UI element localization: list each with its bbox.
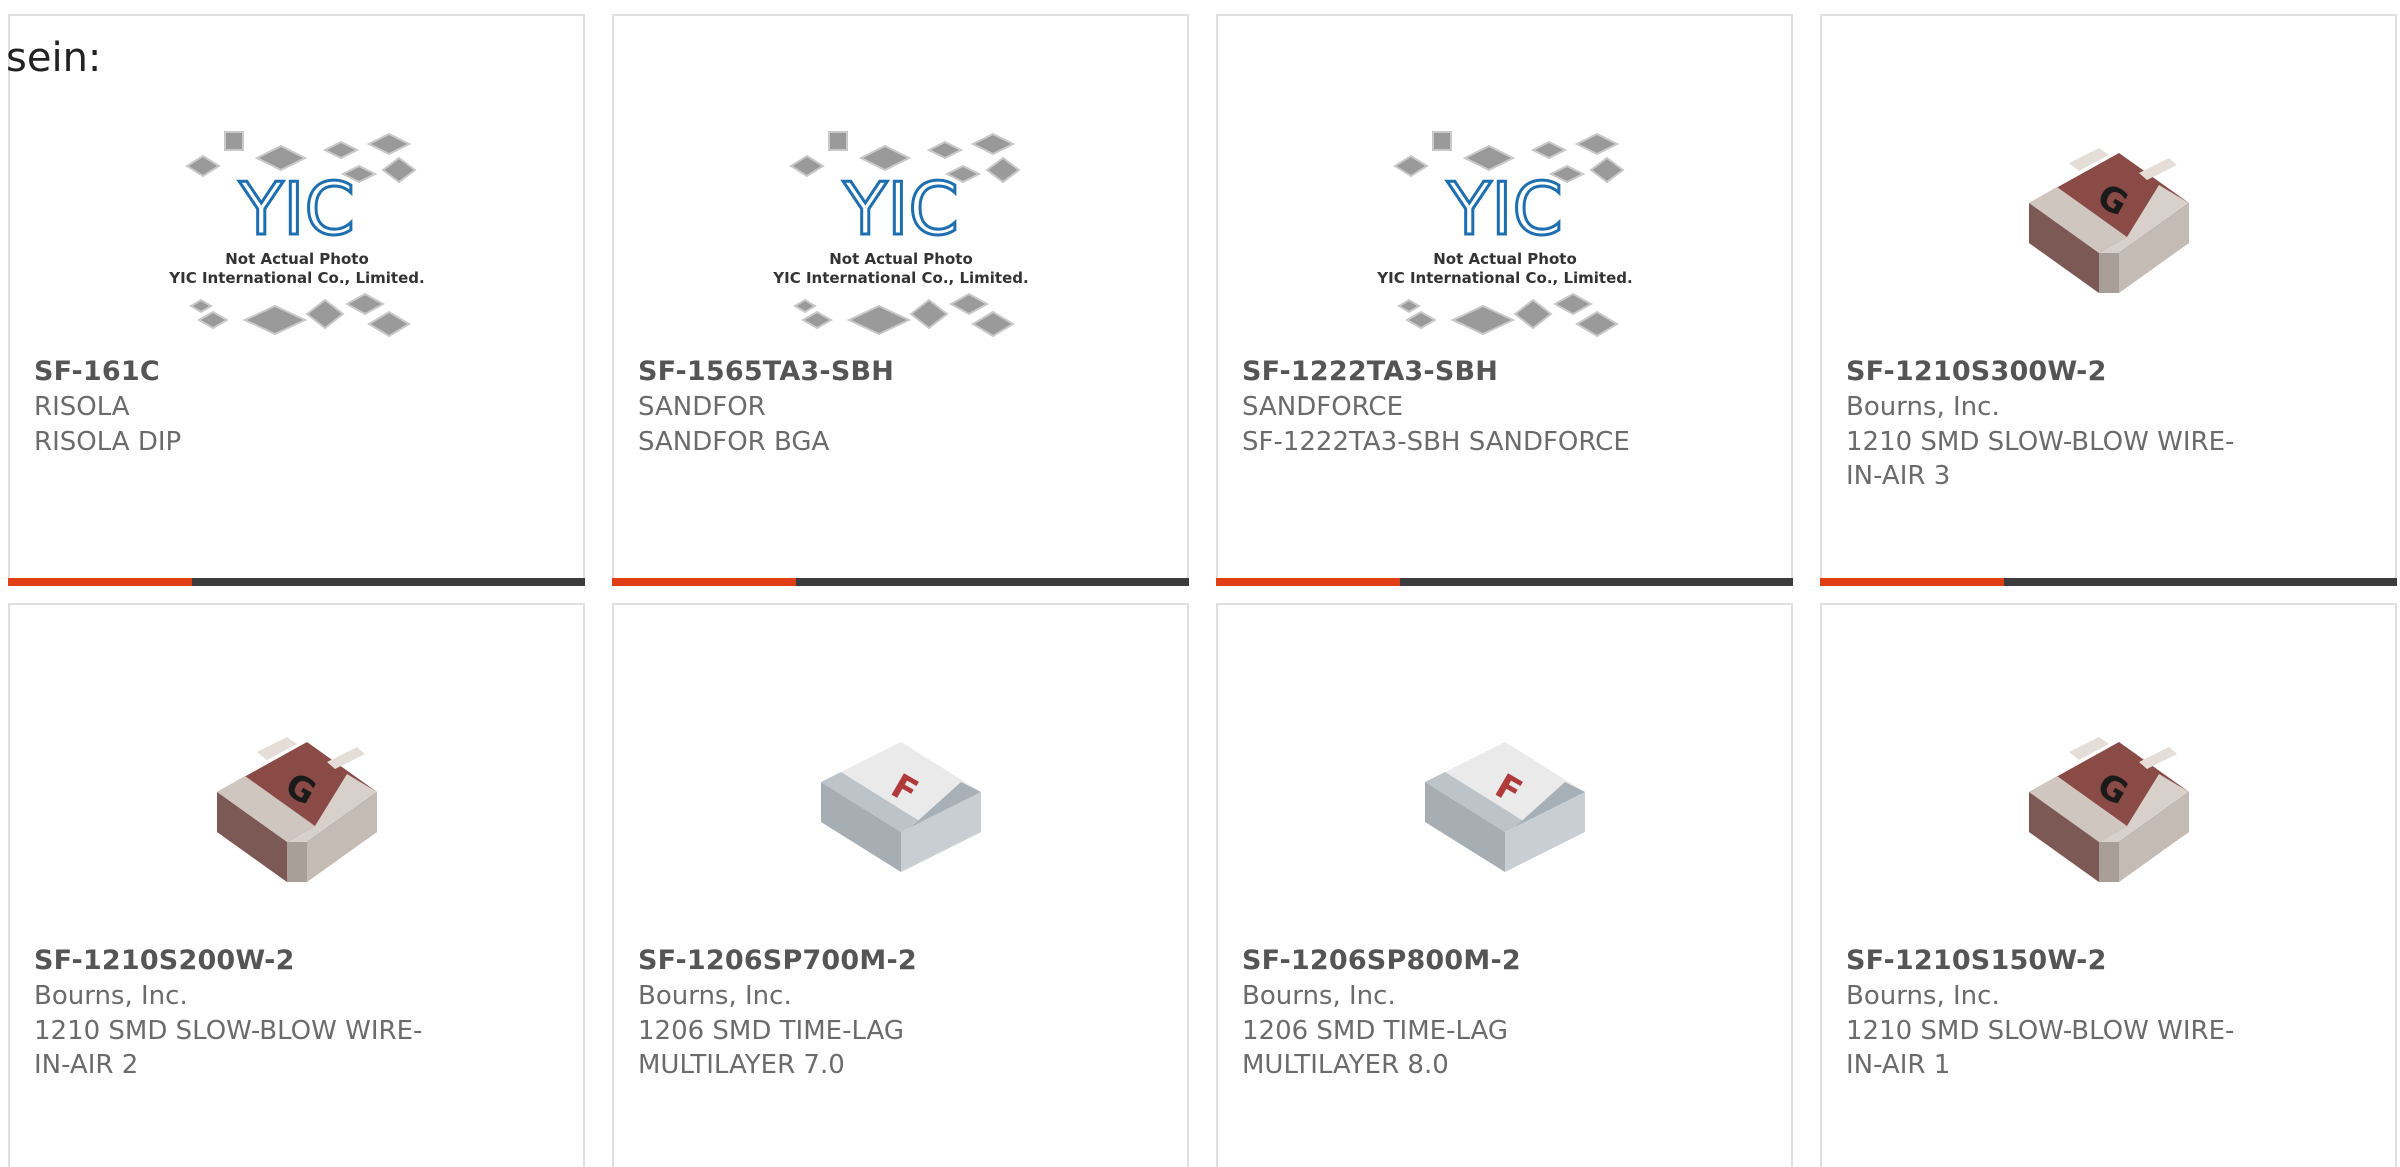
product-image[interactable]: F — [614, 677, 1187, 947]
product-image[interactable]: YIC Not Actual Photo YIC International Co.… — [1218, 96, 1791, 366]
manufacturer: Bourns, Inc. — [638, 981, 792, 1011]
product-image[interactable]: G — [1822, 677, 2395, 947]
fuse-brown-image: G — [216, 737, 377, 882]
card-accent-segment — [8, 578, 192, 586]
card-accent-bar — [612, 578, 1189, 586]
manufacturer: Bourns, Inc. — [1242, 981, 1396, 1011]
product-image[interactable]: G — [1822, 88, 2395, 358]
description: SANDFOR BGA — [638, 427, 830, 457]
card-accent-segment — [612, 578, 796, 586]
product-image[interactable]: G — [10, 677, 583, 947]
placeholder-caption-line1: Not Actual Photo — [225, 250, 369, 268]
product-image[interactable]: F — [1218, 677, 1791, 947]
product-card[interactable]: YIC Not Actual Photo YIC International Co.… — [8, 14, 585, 586]
card-accent-segment — [1216, 578, 1400, 586]
card-accent-bar — [1820, 578, 2397, 586]
yic-logo: YIC — [842, 167, 959, 251]
card-accent-segment — [1820, 578, 2004, 586]
product-card[interactable]: G SF-1210S150W-2 Bourns, Inc. 1210 SMD SLOW… — [1820, 603, 2397, 1167]
description: 1210 SMD SLOW-BLOW WIRE-IN-AIR 1 — [1846, 1016, 2235, 1080]
product-grid: YIC Not Actual Photo YIC International Co.… — [0, 0, 2400, 1167]
card-accent-bar — [8, 578, 585, 586]
manufacturer: Bourns, Inc. — [1846, 392, 2000, 422]
product-image[interactable]: YIC Not Actual Photo YIC International Co.… — [10, 96, 583, 366]
card-accent-bar — [1216, 578, 1793, 586]
product-card[interactable]: YIC Not Actual Photo YIC International Co.… — [1216, 14, 1793, 586]
product-listing-page: YIC Not Actual Photo YIC International Co.… — [0, 0, 2400, 1167]
yic-placeholder-image: YICNot Actual PhotoYIC International Co.… — [772, 131, 1028, 338]
yic-logo: YIC — [1446, 167, 1563, 251]
intro-text: sein: — [6, 35, 102, 81]
yic-placeholder-image: YICNot Actual PhotoYIC International Co.… — [1376, 131, 1632, 338]
part-number[interactable]: SF-1206SP800M-2 — [1242, 945, 1521, 976]
yic-placeholder-image: YICNot Actual PhotoYIC International Co.… — [168, 131, 424, 338]
part-number[interactable]: SF-1565TA3-SBH — [638, 356, 894, 387]
part-number[interactable]: SF-1222TA3-SBH — [1242, 356, 1498, 387]
manufacturer: RISOLA — [34, 392, 130, 422]
part-number[interactable]: SF-1210S150W-2 — [1846, 945, 2107, 976]
description: RISOLA DIP — [34, 427, 182, 457]
product-card[interactable]: YIC Not Actual Photo YIC International Co.… — [612, 14, 1189, 586]
product-card[interactable]: F SF-1206SP800M-2 Bourns, Inc. 1206 SMD TIM… — [1216, 603, 1793, 1167]
description: 1210 SMD SLOW-BLOW WIRE-IN-AIR 3 — [1846, 427, 2235, 491]
manufacturer: Bourns, Inc. — [1846, 981, 2000, 1011]
manufacturer: SANDFOR — [638, 392, 766, 422]
product-card[interactable]: G SF-1210S300W-2 Bourns, Inc. 1210 SMD SLOW… — [1820, 14, 2397, 586]
fuse-brown-image: G — [2028, 148, 2189, 293]
part-number[interactable]: SF-1206SP700M-2 — [638, 945, 917, 976]
description: 1206 SMD TIME-LAG MULTILAYER 7.0 — [638, 1016, 905, 1080]
manufacturer: Bourns, Inc. — [34, 981, 188, 1011]
description: 1210 SMD SLOW-BLOW WIRE-IN-AIR 2 — [34, 1016, 423, 1080]
product-image[interactable]: YIC Not Actual Photo YIC International Co.… — [614, 96, 1187, 366]
fuse-white-image: F — [1424, 742, 1585, 872]
placeholder-caption-line2: YIC International Co., Limited. — [168, 269, 424, 287]
product-card[interactable]: G SF-1210S200W-2 Bourns, Inc. 1210 SMD SLOW… — [8, 603, 585, 1167]
placeholder-caption-line1: Not Actual Photo — [829, 250, 973, 268]
manufacturer: SANDFORCE — [1242, 392, 1404, 422]
placeholder-caption-line1: Not Actual Photo — [1433, 250, 1577, 268]
part-number[interactable]: SF-1210S200W-2 — [34, 945, 295, 976]
product-card[interactable]: F SF-1206SP700M-2 Bourns, Inc. 1206 SMD TIM… — [612, 603, 1189, 1167]
part-number[interactable]: SF-1210S300W-2 — [1846, 356, 2107, 387]
placeholder-caption-line2: YIC International Co., Limited. — [772, 269, 1028, 287]
fuse-brown-image: G — [2028, 737, 2189, 882]
placeholder-caption-line2: YIC International Co., Limited. — [1376, 269, 1632, 287]
yic-logo: YIC — [238, 167, 355, 251]
part-number[interactable]: SF-161C — [34, 356, 160, 387]
description: SF-1222TA3-SBH SANDFORCE — [1242, 427, 1630, 457]
description: 1206 SMD TIME-LAG MULTILAYER 8.0 — [1242, 1016, 1509, 1080]
fuse-white-image: F — [820, 742, 981, 872]
